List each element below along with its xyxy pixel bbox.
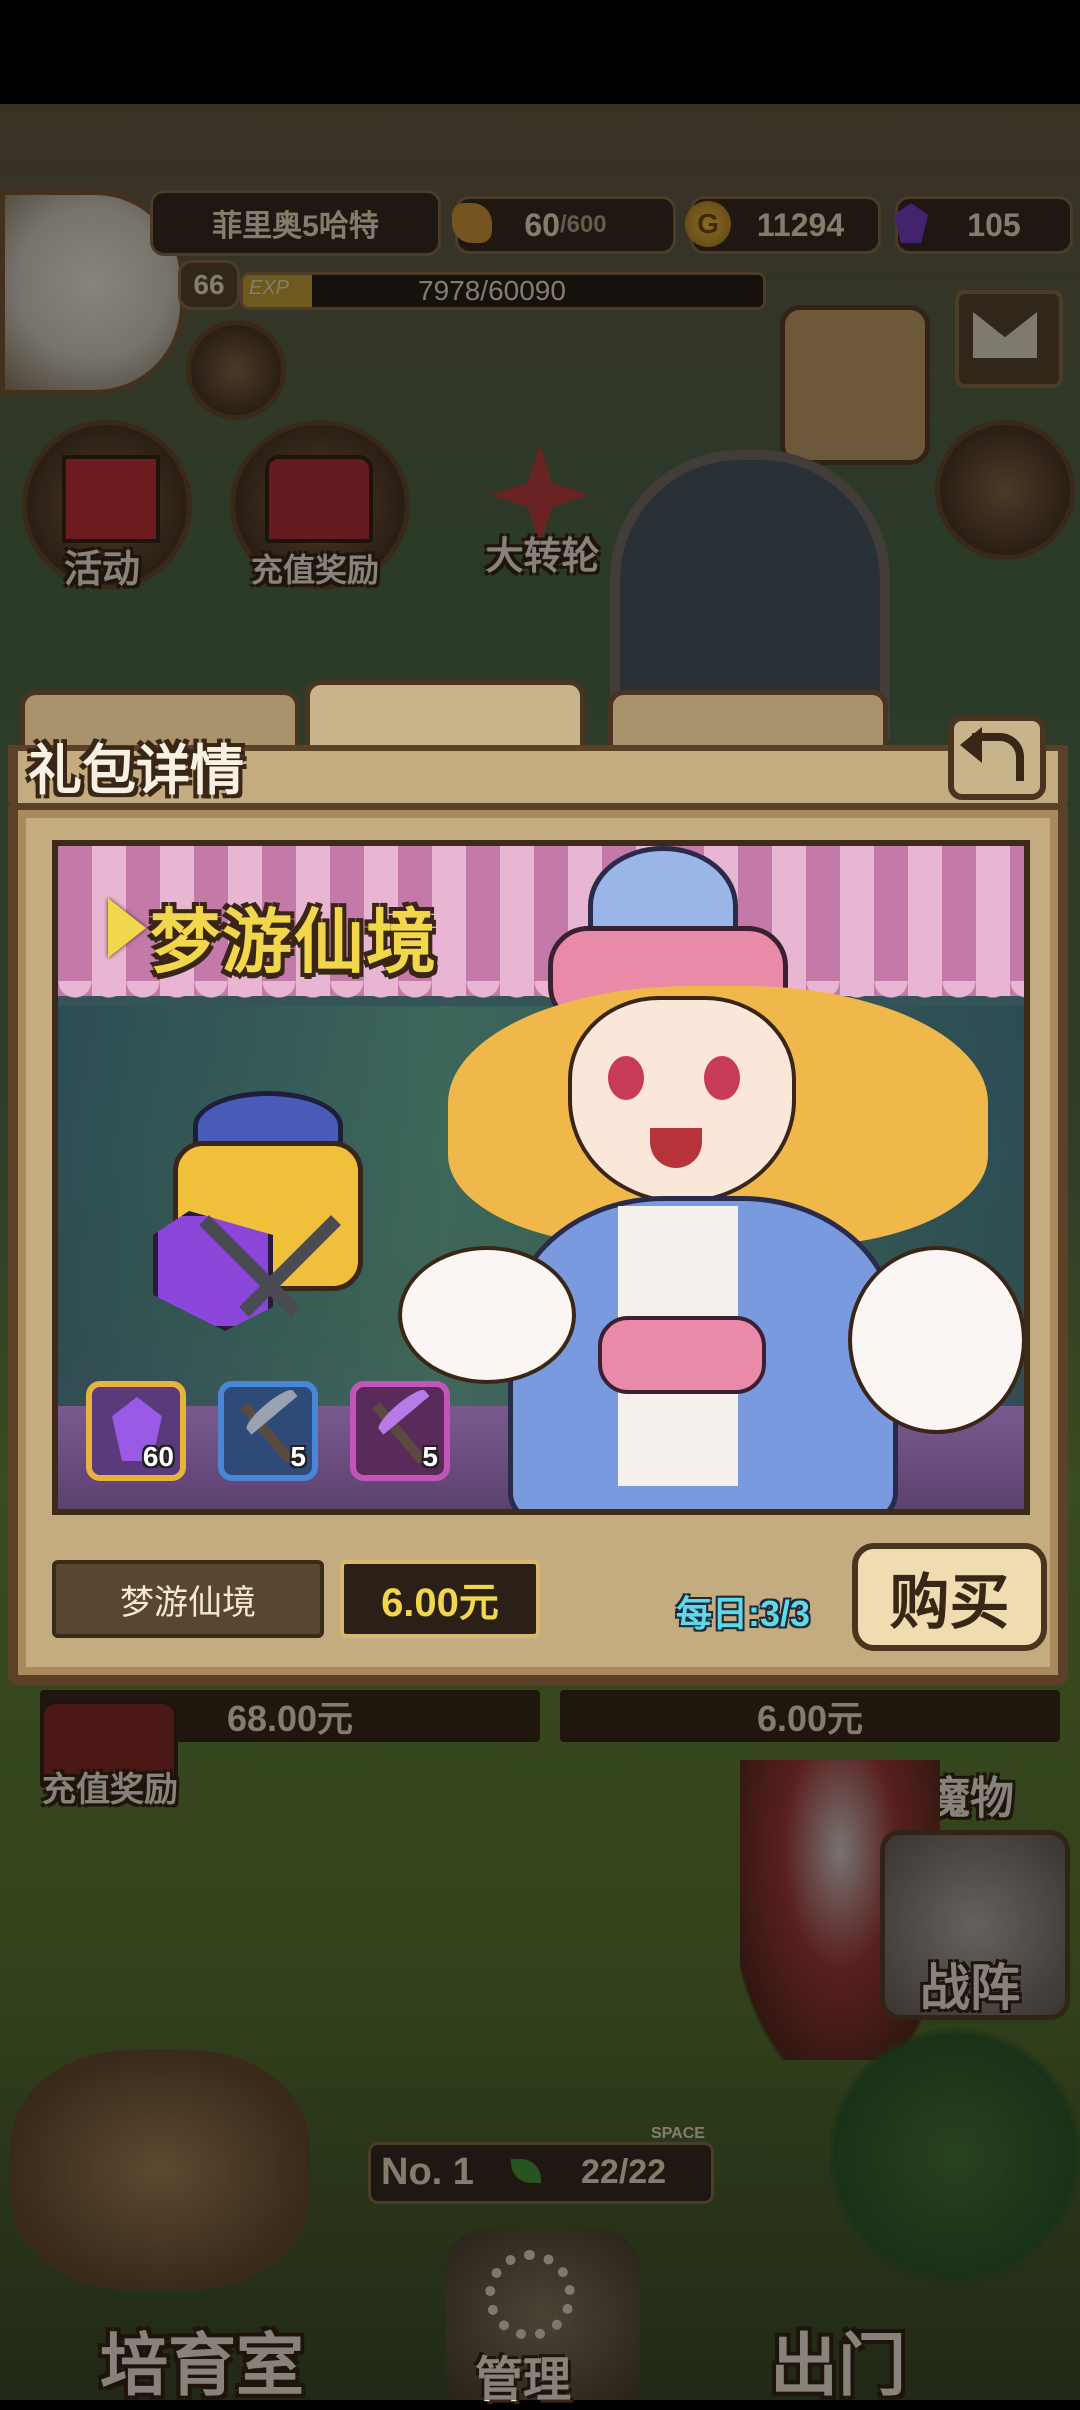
pack-name-field: 梦游仙境: [52, 1560, 324, 1638]
daily-limit: 每日:3/3: [676, 1593, 811, 1634]
alice-character: [398, 846, 1024, 1509]
pack-name: 梦游仙境: [120, 1583, 256, 1622]
price-field: 6.00元: [340, 1560, 540, 1638]
gift-bag-icon: [153, 1091, 383, 1331]
buy-button[interactable]: 购买: [852, 1543, 1047, 1651]
banner-title: 梦游仙境: [150, 903, 438, 981]
reward-slot-gem[interactable]: 60: [86, 1381, 186, 1481]
back-arrow-head: [960, 727, 982, 763]
reward-slot-pickaxe[interactable]: 5: [218, 1381, 318, 1481]
back-button[interactable]: [948, 715, 1046, 800]
gift-banner: 梦游仙境 60 5 5: [52, 840, 1030, 1515]
reward-count-gem: 60: [142, 1441, 174, 1472]
price-value: 6.00元: [381, 1581, 499, 1625]
dialog-title: 礼包详情: [28, 741, 244, 801]
reward-count-purple-pickaxe: 5: [422, 1441, 438, 1472]
reward-count-pickaxe: 5: [290, 1441, 306, 1472]
reward-slot-purple-pickaxe[interactable]: 5: [350, 1381, 450, 1481]
buy-button-label: 购买: [889, 1568, 1010, 1636]
banner-arrow-icon: [108, 898, 146, 958]
